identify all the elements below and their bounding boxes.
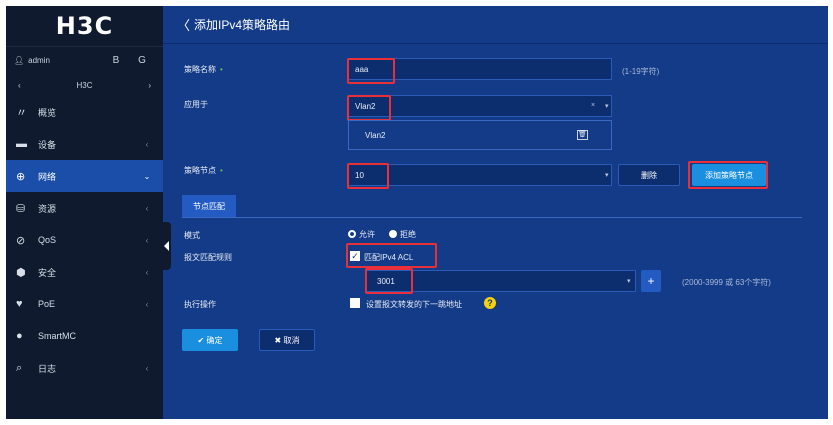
sidebar-item-label: QoS — [38, 235, 57, 245]
acl-hint: (2000-3999 或 63个字符) — [682, 278, 771, 287]
match-rule-label: 报文匹配规则 — [184, 253, 232, 262]
clear-icon[interactable]: × — [591, 102, 595, 109]
highlight-box — [347, 163, 389, 189]
next-hop-checkbox[interactable] — [350, 298, 360, 308]
sidebar-item-label: SmartMC — [38, 331, 76, 341]
device-icon: ▬ — [16, 138, 27, 150]
help-icon[interactable]: ? — [484, 297, 496, 309]
sidebar-collapse-toggle[interactable] — [163, 222, 171, 270]
sidebar-item-device[interactable]: ▬ 设备 ‹ — [6, 128, 163, 160]
sidebar-item-overview[interactable]: 〃 概览 — [6, 96, 163, 128]
sidebar-item-label: 设备 — [38, 139, 57, 150]
policy-node-label: 策略节点 • — [184, 165, 223, 176]
mode-deny-label: 拒绝 — [400, 230, 416, 239]
mode-label: 模式 — [184, 231, 200, 240]
radio-deny[interactable] — [389, 230, 397, 238]
chevron-left-icon: ‹ — [145, 235, 149, 245]
dropdown-caret-icon[interactable]: ▾ — [605, 102, 609, 110]
logout-icon[interactable]: G — [129, 55, 155, 66]
page-header: 〈 添加IPv4策略路由 — [163, 6, 828, 44]
highlight-box — [688, 161, 768, 189]
save-icon[interactable]: B — [103, 55, 129, 66]
sidebar-item-smartmc[interactable]: ● SmartMC — [6, 320, 163, 352]
main-panel: 〈 添加IPv4策略路由 策略名称 • aaa (1-19字符) 应用于 Vlan… — [163, 6, 828, 419]
sidebar-item-label: 概览 — [38, 107, 57, 118]
database-icon: ⛁ — [16, 202, 26, 215]
highlight-box — [365, 268, 413, 294]
sidebar-item-qos[interactable]: ⊘ QoS ‹ — [6, 224, 163, 256]
overview-icon: 〃 — [16, 107, 27, 119]
selected-items-box: Vlan2 🗑︎ — [348, 120, 612, 150]
sidebar-item-log[interactable]: ⌕ 日志 ‹ — [6, 352, 163, 384]
radio-allow[interactable] — [348, 230, 356, 238]
sidebar-item-label: 网络 — [38, 171, 57, 182]
chevron-left-icon: ‹ — [145, 363, 149, 373]
back-icon[interactable]: 〈 — [177, 15, 190, 34]
user-bar: 👤︎ admin B G — [6, 46, 163, 74]
sidebar: H3C 👤︎ admin B G ‹ H3C › 〃 概览 ▬ 设备 ‹ ⊕ 网… — [6, 6, 163, 419]
chevron-left-icon: ‹ — [145, 203, 149, 213]
chevron-left-icon: ‹ — [145, 139, 149, 149]
chevron-down-icon: ⌄ — [143, 171, 151, 181]
policy-name-hint: (1-19字符) — [622, 67, 660, 76]
user-icon: 👤︎ — [14, 56, 25, 65]
delete-button[interactable]: 删除 — [618, 164, 680, 186]
policy-node-label-text: 策略节点 — [184, 166, 216, 175]
highlight-box — [346, 243, 437, 268]
apply-label: 应用于 — [184, 100, 208, 109]
next-hop-label: 设置报文转发的下一跳地址 — [366, 300, 462, 309]
sidebar-item-label: 日志 — [38, 363, 57, 374]
sidebar-item-label: 安全 — [38, 267, 57, 278]
highlight-box — [347, 95, 391, 121]
username: admin — [28, 56, 50, 65]
shield-icon: ⬢ — [16, 266, 26, 279]
ok-button[interactable]: ✔ 确定 — [182, 329, 238, 351]
dropdown-caret-icon[interactable]: ▾ — [605, 171, 609, 179]
sidebar-item-resource[interactable]: ⛁ 资源 ‹ — [6, 192, 163, 224]
required-mark: • — [220, 65, 223, 74]
sidebar-item-label: 资源 — [38, 203, 57, 214]
h3c-logo: H3C — [55, 12, 114, 40]
tab-node-match[interactable]: 节点匹配 — [182, 195, 236, 217]
required-mark: • — [220, 166, 223, 175]
sidebar-item-network[interactable]: ⊕ 网络 ⌄ — [6, 160, 163, 192]
highlight-box — [347, 58, 395, 84]
add-acl-button[interactable]: + — [641, 270, 661, 292]
sidebar-item-label: PoE — [38, 299, 56, 309]
poe-icon: ♥ — [16, 298, 23, 310]
policy-name-label: 策略名称 • — [184, 64, 223, 75]
mode-allow-label: 允许 — [359, 230, 375, 239]
device-switcher: ‹ H3C › — [6, 74, 163, 96]
page-title: 添加IPv4策略路由 — [194, 18, 291, 32]
next-device-icon[interactable]: › — [148, 81, 151, 90]
cancel-button[interactable]: ✖ 取消 — [259, 329, 315, 351]
device-name: H3C — [76, 80, 93, 90]
policy-name-label-text: 策略名称 — [184, 65, 216, 74]
prev-device-icon[interactable]: ‹ — [18, 81, 21, 90]
tab-divider — [182, 217, 802, 218]
globe-icon: ⊕ — [16, 170, 26, 183]
selected-item-vlan2: Vlan2 — [365, 130, 386, 140]
dropdown-caret-icon[interactable]: ▾ — [627, 277, 631, 285]
chevron-left-icon: ‹ — [145, 267, 149, 277]
smartmc-icon: ● — [16, 330, 23, 342]
action-label: 执行操作 — [184, 300, 216, 309]
sidebar-item-poe[interactable]: ♥ PoE ‹ — [6, 288, 163, 320]
sidebar-item-security[interactable]: ⬢ 安全 ‹ — [6, 256, 163, 288]
log-icon: ⌕ — [16, 361, 23, 374]
qos-icon: ⊘ — [16, 234, 26, 247]
chevron-left-icon: ‹ — [145, 299, 149, 309]
delete-item-icon[interactable]: 🗑︎ — [577, 130, 588, 140]
